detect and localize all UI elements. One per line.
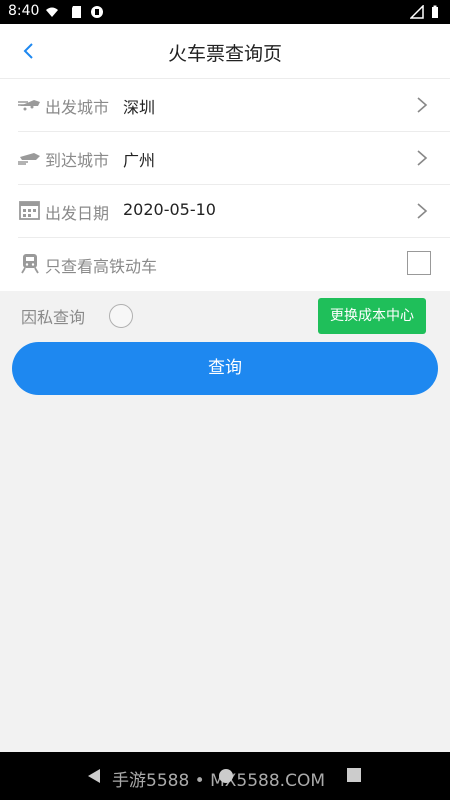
sd-card-icon [72, 6, 81, 18]
arrival-city-row[interactable]: 到达城市 广州 [18, 132, 450, 185]
nav-back-icon[interactable] [86, 768, 102, 784]
departure-city-row[interactable]: 出发城市 深圳 [18, 79, 450, 132]
system-nav-bar: 手游5588 • MX5588.COM [0, 752, 450, 800]
private-query-radio[interactable] [109, 304, 133, 328]
departure-date-label: 出发日期 [45, 204, 110, 223]
departure-city-value: 深圳 [123, 98, 156, 117]
status-bar: 8:40 [0, 0, 450, 24]
arrival-city-label: 到达城市 [45, 151, 110, 170]
calendar-icon [19, 201, 40, 220]
signal-icon [410, 5, 424, 19]
query-button[interactable]: 查询 [12, 342, 438, 395]
high-speed-only-checkbox[interactable] [407, 251, 431, 275]
nav-home-icon[interactable] [218, 768, 234, 784]
ticket-search-form: 出发城市 深圳 到达城市 广州 出发日期 2020-05-10 只查看高铁动车 [0, 79, 450, 291]
change-cost-center-button[interactable]: 更换成本中心 [318, 298, 426, 334]
high-speed-only-row: 只查看高铁动车 [18, 238, 450, 291]
high-speed-train-icon [21, 254, 39, 274]
chevron-right-icon [417, 150, 428, 166]
nav-bar: 火车票查询页 [0, 24, 450, 79]
high-speed-only-label: 只查看高铁动车 [45, 257, 158, 276]
nav-recent-apps-icon[interactable] [347, 768, 361, 782]
page-title: 火车票查询页 [167, 43, 282, 65]
arrival-city-value: 广州 [123, 151, 156, 170]
battery-icon [432, 5, 438, 18]
departure-city-label: 出发城市 [45, 98, 110, 117]
chevron-right-icon [417, 97, 428, 113]
train-arrive-icon [18, 153, 40, 165]
private-query-label: 因私查询 [21, 308, 86, 327]
status-time: 8:40 [8, 3, 40, 19]
chevron-right-icon [417, 203, 428, 219]
app-notification-icon [91, 6, 103, 18]
wifi-icon [46, 7, 58, 17]
departure-date-value: 2020-05-10 [123, 200, 216, 219]
train-depart-icon [18, 100, 40, 111]
departure-date-row[interactable]: 出发日期 2020-05-10 [18, 185, 450, 238]
